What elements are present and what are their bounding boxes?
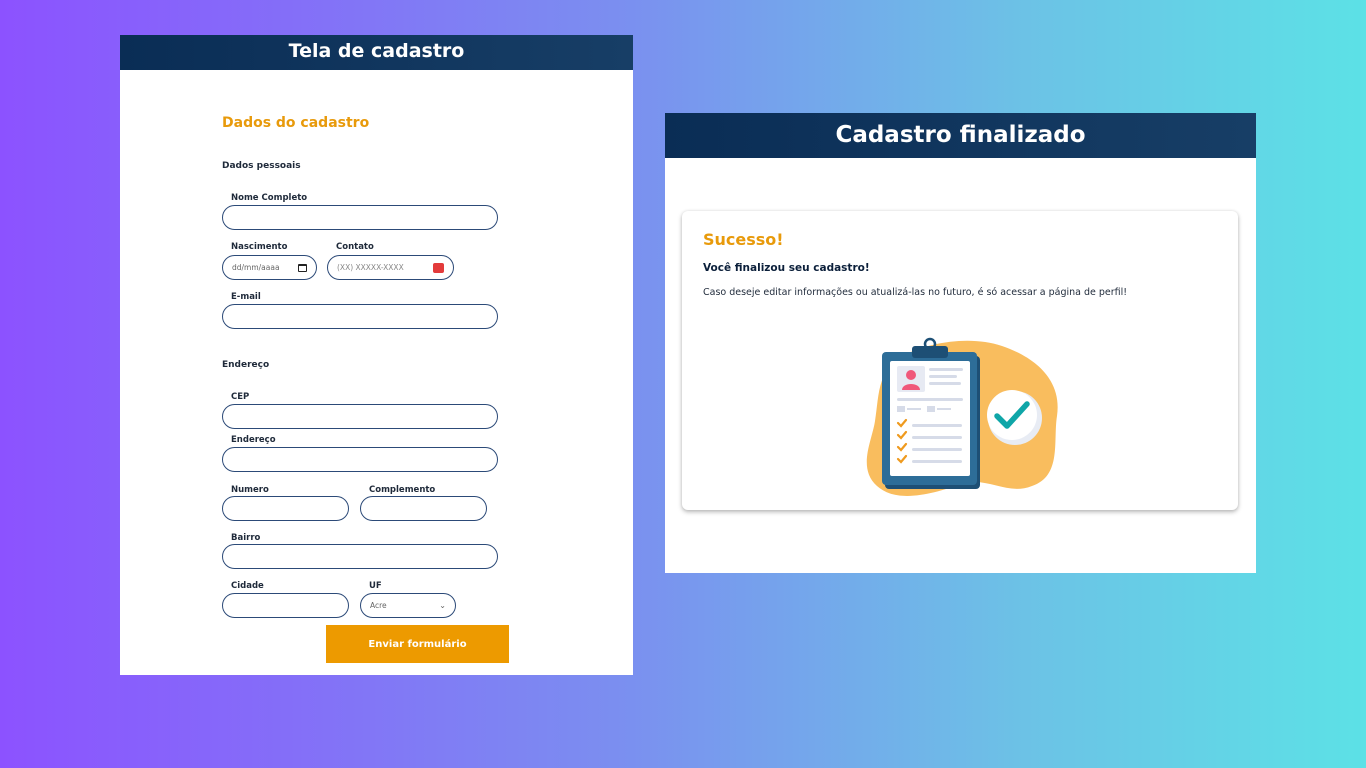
full-name-label: Nome Completo — [231, 193, 308, 203]
city-input[interactable] — [222, 593, 349, 618]
cep-input[interactable] — [222, 404, 498, 429]
state-selected-value: Acre — [370, 601, 387, 610]
submit-form-button[interactable]: Enviar formulário — [326, 625, 509, 663]
district-label: Bairro — [231, 533, 261, 543]
contact-placeholder: (XX) XXXXX-XXXX — [337, 263, 404, 272]
number-label: Numero — [231, 485, 269, 495]
full-name-input[interactable] — [222, 205, 498, 230]
success-message: Caso deseje editar informações ou atuali… — [703, 287, 1128, 298]
birth-date-input[interactable]: dd/mm/aaaa — [222, 255, 317, 280]
address-group-heading: Endereço — [222, 360, 270, 370]
city-label: Cidade — [231, 581, 264, 591]
phone-format-icon — [433, 262, 444, 273]
complement-input[interactable] — [360, 496, 487, 521]
contact-label: Contato — [336, 242, 374, 252]
district-input[interactable] — [222, 544, 498, 569]
complement-label: Complemento — [369, 485, 436, 495]
birth-date-placeholder: dd/mm/aaaa — [232, 263, 280, 272]
email-label: E-mail — [231, 292, 261, 302]
success-panel: Cadastro finalizado Sucesso! Você finali… — [665, 113, 1256, 573]
address-input[interactable] — [222, 447, 498, 472]
address-label: Endereço — [231, 435, 276, 445]
birth-date-label: Nascimento — [231, 242, 288, 252]
chevron-down-icon: ⌄ — [439, 601, 446, 610]
form-header: Tela de cadastro — [120, 35, 633, 70]
email-input[interactable] — [222, 304, 498, 329]
contact-input[interactable]: (XX) XXXXX-XXXX — [327, 255, 454, 280]
registration-form-panel: Tela de cadastro Dados do cadastro Dados… — [120, 35, 633, 675]
personal-data-heading: Dados pessoais — [222, 161, 301, 171]
success-subtitle: Você finalizou seu cadastro! — [703, 262, 870, 274]
success-header: Cadastro finalizado — [665, 113, 1256, 158]
section-title: Dados do cadastro — [222, 115, 370, 131]
cep-label: CEP — [231, 392, 250, 402]
success-title: Sucesso! — [703, 230, 784, 249]
success-card: Sucesso! Você finalizou seu cadastro! Ca… — [682, 211, 1238, 510]
state-label: UF — [369, 581, 382, 591]
number-input[interactable] — [222, 496, 349, 521]
state-select[interactable]: Acre ⌄ — [360, 593, 456, 618]
calendar-icon[interactable] — [298, 263, 307, 272]
clipboard-check-icon — [866, 337, 1058, 496]
